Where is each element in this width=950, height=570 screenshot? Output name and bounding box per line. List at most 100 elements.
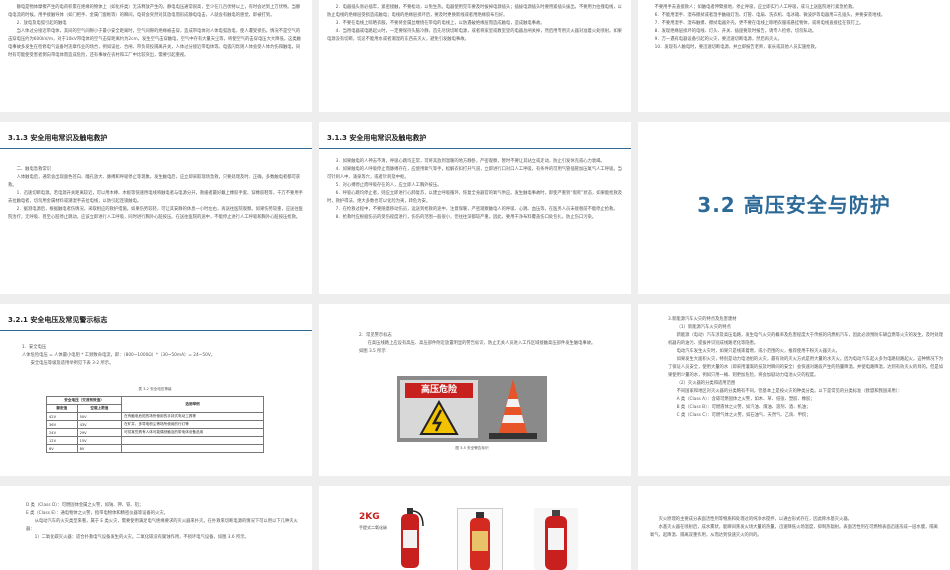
table-row: 24V 29V 可供某些具有人体可能偶然触及的带电体设备选用 [46, 428, 264, 437]
paragraph: 5．对心搏停止而呼吸存在的人，应立即人工胸外按压。 [335, 183, 442, 188]
paragraph: 静电是物体摩擦产生的电荷积累在绝缘的物体上（如化纤类）无法释放产生的。静电电压通… [8, 5, 301, 18]
extinguisher-icon [401, 508, 424, 568]
slide-title: 3.1.3 安全用电常识及触电救护 [327, 134, 427, 142]
table-header: 安全电压（交流有效值） [45, 396, 123, 405]
slide-body: D 类（Class D）：可燃固体金属之火警，如钠、钾、铁、铝； E 类（Cla… [26, 502, 306, 542]
table-subheader: 空载上限值 [76, 404, 123, 413]
table-cell: 29V [76, 428, 123, 437]
title-divider [0, 330, 312, 331]
paragraph: 9．万一遇有电器设备引起的火灾，要迅速切断电源，然后再灭火。 [654, 37, 782, 42]
paragraph: 如果发生大面积火灾，特别是动力电池组的火灾，最有效的灭火方式是用大量的水灭火。因… [668, 357, 943, 378]
table-header-row: 安全电压（交流有效值） 选用举例 [45, 396, 264, 413]
paragraph: 1．迅速切断电源。若电源开关距离较近，可以用木棒、木板等快速用电线将触电者与电源… [8, 191, 303, 204]
slide-first-aid-2[interactable]: 3.1.3 安全用电常识及触电救护 3．如果触电的人神志不清，呼吸心跳均正常，可… [319, 122, 631, 294]
table-cell: 8V [76, 444, 123, 453]
table-subheader: 额定值 [46, 404, 78, 413]
paragraph: C 类（Class C）：可燃气体之火警，如石油气、天然气、乙炔、甲烷； [676, 413, 811, 418]
extinguisher-photo-frame [534, 508, 578, 570]
slide-safe-voltage[interactable]: 3.2.1 安全电压及常见警示标志 1．安全电压 人体危险电压 = 人体最小电阻… [0, 304, 312, 476]
table-cell: 可供某些具有人体可能偶然触及的带电体设备选用 [121, 428, 264, 437]
paragraph: （1）新能源汽车火灾的特点 [676, 325, 731, 330]
paragraph: 2．放电及电弧引起的触电 [16, 21, 67, 26]
slide-body: 3.新能源汽车火灾的特点及危害建材 （1）新能源汽车火灾的特点 新能源（电动）汽… [668, 316, 944, 420]
table-row: 12V 15V [46, 436, 264, 445]
table-header: 选用举例 [121, 396, 264, 413]
paragraph: 6．不能用湿手、湿布擦拭或者湿手触碰灯泡、灯管、电扇、洗衣机、电冰箱、微波炉等电… [654, 13, 886, 18]
slide-extinguisher-classes[interactable]: D 类（Class D）：可燃固体金属之火警，如钠、钾、铁、铝； E 类（Cla… [0, 486, 312, 570]
title-divider [0, 148, 312, 149]
table-cell: 50V [76, 412, 123, 421]
paragraph: 人体危险电压 = 人体最小电阻 * 工频致命电流，即：（800~1000Ω）*（… [22, 353, 216, 358]
table-row: 42V 50V 在有触电危险的场所使用的手持式电动工具等 [46, 412, 264, 421]
paragraph: 在高压线路上应设有高压、高压部件附近放置明显的警告标识，防止无关人员进入工作区域… [359, 341, 596, 354]
section-title: 3.2 高压安全与防护 [697, 193, 891, 217]
slide-extinguisher-photos[interactable]: 2KG 手提式二氧化碳 [319, 486, 631, 570]
paragraph: 4．当用电器或电路起火时，一定要保持头脑冷静，首先尽快切断电源，或者将家里或教室… [327, 29, 622, 42]
slide-static-electricity[interactable]: 静电是物体摩擦产生的电荷积累在绝缘的物体上（如化纤类）无法释放产生的。静电电压通… [0, 0, 312, 112]
table-cell [121, 444, 264, 453]
paragraph: 1）二氧化碳灭火器：适合扑救电气设备发生的火灾。二氧化碳没有腐蚀作用，不损坏电气… [34, 535, 249, 540]
paragraph: 10．发现有人触电时，要迅速切断电源，并立即报告老师，家长或其他人员实施抢救。 [654, 45, 820, 50]
slide-body: 灭火原理的主要成分表面活性剂等物质和处理过的纯净水搅拌，以通古形式存在，因此称水… [650, 516, 942, 540]
warning-photo: 高压危险 [397, 376, 547, 442]
table-caption: 表 3-2 安全电压等级 [138, 387, 172, 391]
paragraph: 3．不要在电线上晾晒衣服，不要将金属丝缠绕在带电的电线上，以防遇破绝缘层而造成触… [335, 21, 545, 26]
slide-grid: 静电是物体摩擦产生的电荷积累在绝缘的物体上（如化纤类）无法释放产生的。静电电压通… [0, 0, 950, 570]
sign-text: 高压危险 [405, 383, 473, 398]
table-cell: 15V [76, 436, 123, 445]
slide-body: 2．电器插头易必插牢，紧密接触，不要松动，以免生热。电器使用完毕要及时拔掉电源插… [327, 4, 623, 44]
paragraph: 2．电器插头易必插牢，紧密接触，不要松动，以免生热。电器使用完毕要及时拔掉电源插… [327, 5, 622, 18]
paragraph: 水基灭火器在喷射后，成水雾状，能瞬间蒸发火场大量的热量，迅速降低火场温度，抑制热… [650, 525, 938, 538]
slide-body: 1．安全电压 人体危险电压 = 人体最小电阻 * 工频致命电流，即：（800~1… [22, 344, 304, 368]
table-cell: 在有触电危险的场所使用的手持式电动工具等 [121, 412, 264, 421]
paragraph: 二、触电急救常识 [16, 167, 51, 172]
table-cell [121, 436, 264, 445]
paragraph: 人体触电后，通常会出现面色苍白、瞳孔放大、脉搏和呼吸停止等现象。发生触电后，应立… [8, 175, 301, 188]
extinguisher-photo-frame [457, 508, 503, 570]
paragraph: 7．在抢救过程中，不要随意移动伤员，运送到抢救的途中，注意保暖，严密观察触电人的… [335, 207, 618, 212]
capacity-label: 2KG [359, 512, 380, 522]
slide-body: 3．如果触电的人神志不清，呼吸心跳均正常，可将其放到温暖的地方静卧，严密观察，暂… [327, 158, 623, 222]
extinguisher-icon [470, 512, 490, 570]
paragraph: 8．发现绝缘层损坏的电线、灯头、开关、插座要及时报告，请专人检修，切勿私动。 [654, 29, 817, 34]
paragraph: 3．如果触电的人神志不清，呼吸心跳均正常，可将其放到温暖的地方静卧，严密观察，暂… [335, 159, 605, 164]
paragraph: A 类（Class A）：含碳可燃固体之火警，如木、草、纸张、塑胶、橡胶； [676, 397, 815, 402]
slide-plug-safety[interactable]: 2．电器插头易必插牢，紧密接触，不要松动，以免生热。电器使用完毕要及时拔掉电源插… [319, 0, 631, 112]
slide-body: 不要用手去直接救人；如触电者伸臂接地，停止呼吸，应立即实行人工呼吸，或马上送医院… [646, 4, 942, 52]
paragraph: 当人体过分接近带电体，其间的空气间隙小于最小安全距离时，空气间隙的绝缘被击穿，造… [8, 29, 301, 58]
paragraph: 不同国家和地区对灭火器的分类略有不同，但基本上是按火灾的种类分类。以下是常见的分… [676, 389, 903, 394]
slide-ev-fire[interactable]: 3.新能源汽车火灾的特点及危害建材 （1）新能源汽车火灾的特点 新能源（电动）汽… [638, 304, 950, 476]
table-cell: 43V [76, 420, 123, 429]
paragraph: 从电动汽车的火灾类型来看，属于 E 类火灾，需要使用满足电气绝缘要求的灭火器来扑… [26, 519, 298, 532]
paragraph: 灭火原理的主要成分表面活性剂等物质和处理过的纯净水搅拌，以通古形式存在，因此称水… [658, 517, 852, 522]
paragraph: D 类（Class D）：可燃固体金属之火警，如钠、钾、铁、铝； [26, 503, 144, 508]
paragraph: 2．据测电源后，根据触电者伤情况，采取相应的救护措施。如果伤势较轻，可让其安静的… [8, 207, 303, 220]
title-divider [319, 148, 631, 149]
slide-water-extinguisher[interactable]: 灭火原理的主要成分表面活性剂等物质和处理过的纯净水搅拌，以通古形式存在，因此称水… [638, 486, 950, 570]
slide-title: 3.1.3 安全用电常识及触电救护 [8, 134, 108, 142]
table-cell: 6V [46, 444, 78, 453]
slide-warning-signs[interactable]: 2．常见警示标志 在高压线路上应设有高压、高压部件附近放置明显的警告标识，防止无… [319, 304, 631, 476]
slide-body: 二、触电急救常识 人体触电后，通常会出现面色苍白、瞳孔放大、脉搏和呼吸停止等现象… [8, 166, 304, 222]
paragraph: 2．常见警示标志 [359, 333, 392, 338]
slide-electric-tips[interactable]: 不要用手去直接救人；如触电者伸臂接地，停止呼吸，应立即实行人工呼吸，或马上送医院… [638, 0, 950, 112]
table-cell: 在矿井、多导电粉尘等场所使用的行灯等 [121, 420, 264, 429]
paragraph: 3.新能源汽车火灾的特点及危害建材 [668, 317, 737, 322]
slide-body: 2．常见警示标志 在高压线路上应设有高压、高压部件附近放置明显的警告标识，防止无… [359, 332, 599, 356]
paragraph: 4．如果触电的人呼吸停止而脉搏存在，应使用氧气等手，松解衣扣打开气道，立即进行口… [327, 167, 622, 180]
paragraph: B 类（Class B）：可燃液体之火警，如汽油、煤油、溶剂、酒、机油； [676, 405, 811, 410]
table-cell: 42V [46, 412, 78, 421]
table-cell: 24V [46, 428, 78, 437]
paragraph: 6．呼吸心跳均停止者，则应立即进行心肺复苏，以建立呼吸循环，恢复全身器官的氧气供… [327, 191, 623, 204]
extinguisher-type-label: 手提式二氧化碳 [359, 525, 387, 530]
slide-section-title[interactable]: 3.2 高压安全与防护 [638, 122, 950, 294]
paragraph: 7．不要用湿手、湿布触摸、擦拭电器外壳，更不要在电线上晾晒衣服或悬挂物体，或将电… [654, 21, 864, 26]
paragraph: 不要用手去直接救人；如触电者伸臂接地，停止呼吸，应立即实行人工呼吸，或马上送医院… [654, 5, 857, 10]
paragraph: 1．安全电压 [22, 345, 47, 350]
traffic-cone-icon [489, 379, 537, 439]
paragraph: 电动汽车发生火灾时，如果只是线束着燃，或小范围的火，推荐使用干粉灭火器灭火。 [676, 349, 840, 354]
sign-board: 高压危险 [400, 380, 478, 438]
paragraph: 新能源（电动）汽车涉及高压电路，发生电气火灾的概率及危害程度大于传统的内燃机汽车… [668, 333, 943, 346]
paragraph: （2）灭火器的分类和适用范围 [676, 381, 736, 386]
slide-first-aid-1[interactable]: 3.1.3 安全用电常识及触电救护 二、触电急救常识 人体触电后，通常会出现面色… [0, 122, 312, 294]
